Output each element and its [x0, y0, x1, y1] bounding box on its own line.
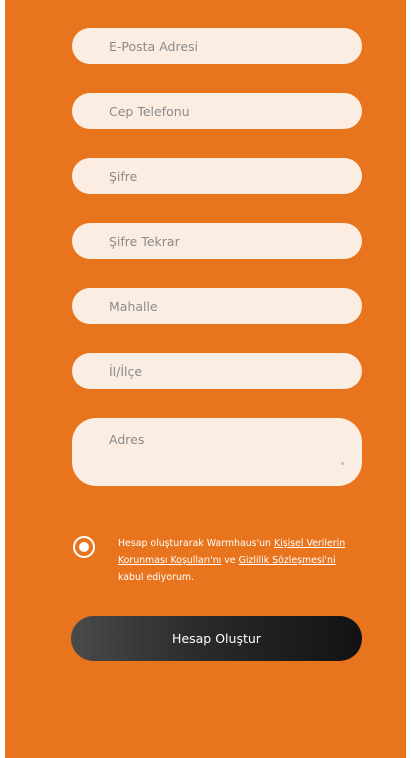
create-account-button[interactable]: Hesap Oluştur	[71, 616, 362, 661]
consent-text-and: ve	[221, 555, 239, 566]
password-repeat-field[interactable]	[72, 223, 362, 259]
radio-selected-dot	[79, 542, 89, 552]
signup-panel: Hesap oluşturarak Warmhaus'un Kişisel Ve…	[5, 0, 406, 758]
password-field[interactable]	[72, 158, 362, 194]
consent-radio[interactable]	[73, 536, 95, 558]
phone-field[interactable]	[72, 93, 362, 129]
email-field[interactable]	[72, 28, 362, 64]
textarea-resize-handle[interactable]	[341, 462, 344, 465]
consent-text-after: kabul ediyorum.	[118, 572, 195, 583]
neighborhood-field[interactable]	[72, 288, 362, 324]
consent-row: Hesap oluşturarak Warmhaus'un Kişisel Ve…	[73, 535, 353, 595]
consent-text-before: Hesap oluşturarak Warmhaus'un	[118, 538, 274, 549]
district-field[interactable]	[72, 353, 362, 389]
privacy-agreement-link[interactable]: Gizlilik Sözleşmesi'ni	[239, 555, 336, 566]
address-field[interactable]	[72, 418, 362, 486]
consent-text: Hesap oluşturarak Warmhaus'un Kişisel Ve…	[118, 535, 346, 586]
